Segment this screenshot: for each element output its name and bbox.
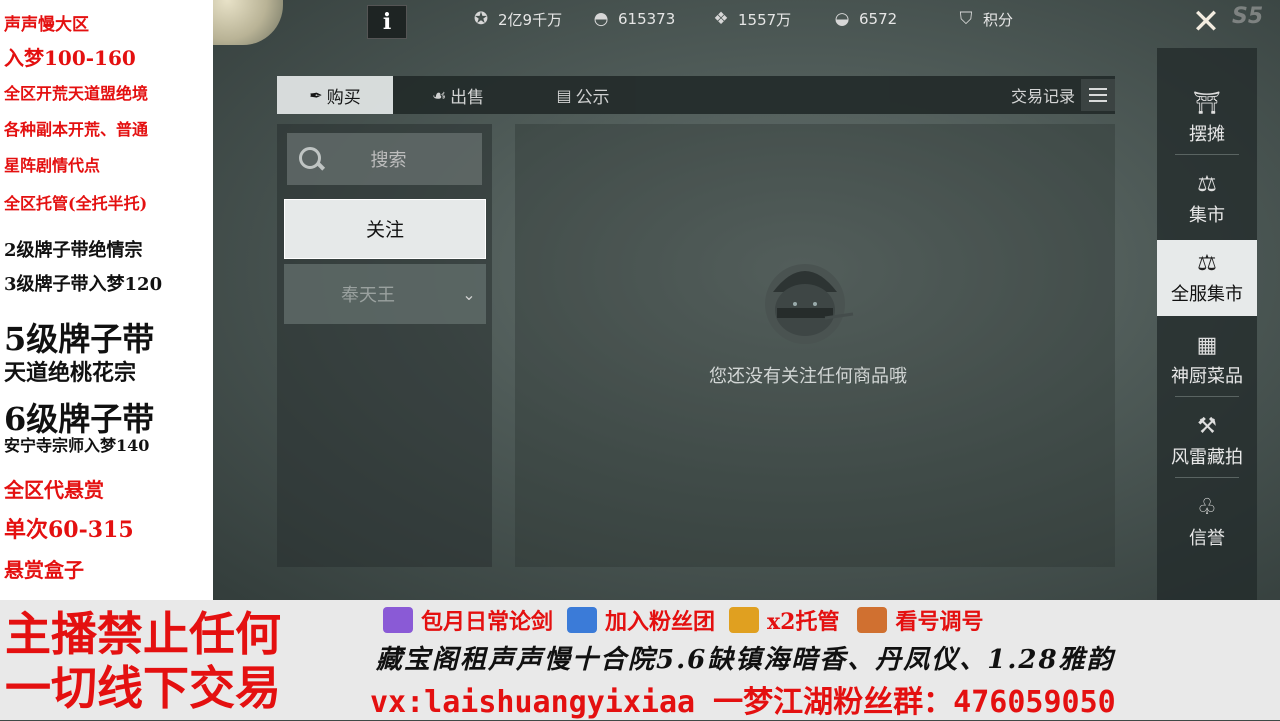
overlay-line: 声声慢大区 [4,15,89,35]
tab-buy[interactable]: ✒ 购买 [277,76,393,114]
empty-mascot-icon [765,264,854,344]
divider [1175,477,1239,478]
character-icon [857,607,888,633]
currency-coins: ✪ 2亿9千万 [470,8,562,30]
search-icon [297,145,325,173]
currency-silver: ◓ 615373 [590,8,676,30]
banner-services-row: 包月日常论剑 加入粉丝团 x2托管 看号调号 [383,603,983,637]
banner-rental-line: 藏宝阁租声声慢十合院5.6缺镇海暗香、丹凤仪、1.28雅韵 [376,645,1115,675]
info-button[interactable]: i [367,5,407,39]
sidebar-item-market[interactable]: ⚖ 集市 [1157,161,1257,237]
overlay-line: 5级牌子带 [4,320,155,358]
tab-label: 出售 [450,87,485,108]
hand-heart-icon: ♧ [1197,495,1217,520]
tab-label: 购买 [326,87,361,108]
sidebar-item-label: 信誉 [1189,528,1225,549]
points-label: 积分 [983,10,1014,29]
currency-value: 615373 [618,10,676,28]
hand-coin-icon: ☙ [431,85,447,105]
overlay-line: 全区开荒天道盟绝境 [4,84,149,103]
notice-board-icon: ▤ [556,85,572,105]
overlay-line: 3级牌子带入梦120 [4,274,163,295]
currency-value: 1557万 [738,10,792,29]
item-list-panel [515,124,1115,567]
banner-item: x2托管 [767,609,840,635]
swirl-icon [383,607,413,633]
tab-label: 公示 [575,87,610,108]
currency-value: 6572 [859,10,898,28]
sidebar-item-reputation[interactable]: ♧ 信誉 [1157,484,1257,560]
stall-icon: ⛩ [1193,91,1221,116]
gold-ingot-icon: ◒ [834,9,850,29]
overlay-line: 入梦100-160 [4,46,136,70]
currency-value: 2亿9千万 [498,10,563,29]
banner-item: 加入粉丝团 [605,609,716,635]
sidebar-item-label: 风雷藏拍 [1171,447,1243,468]
dropdown-value: 奉天王 [341,285,395,306]
sidebar-item-label: 神厨菜品 [1171,366,1243,387]
divider [1175,154,1239,155]
chevron-down-icon: ⌄ [462,284,476,304]
film-reel-icon: ✪ [473,9,489,29]
jade-icon: ❖ [713,9,729,29]
tab-sell[interactable]: ☙ 出售 [413,76,503,114]
overlay-line: 安宁寺宗师入梦140 [4,436,150,455]
silver-ingot-icon: ◓ [593,9,609,29]
sidebar-item-chef-dishes[interactable]: ▦ 神厨菜品 [1157,322,1257,398]
gift-icon [729,607,760,633]
follow-button[interactable]: 关注 [284,199,486,259]
overlay-line: 全区代悬赏 [4,478,104,502]
menu-board-icon: ▦ [1196,333,1218,358]
banner-item: 包月日常论剑 [421,609,554,635]
sidebar-item-auction[interactable]: ⚒ 风雷藏拍 [1157,403,1257,479]
scale-icon: ⚖ [1197,251,1217,276]
sidebar-item-global-market[interactable]: ⚖ 全服集市 [1157,240,1257,316]
overlay-line: 星阵剧情代点 [4,156,101,175]
feather-icon: ✒ [309,85,323,105]
overlay-line: 单次60-315 [4,517,134,543]
stream-overlay-left: 声声慢大区 入梦100-160 全区开荒天道盟绝境 各种副本开荒、普通 星阵剧情… [0,0,213,600]
banner-contact-line: vx:laishuangyixiaa 一梦江湖粉丝群：476059050 [370,685,1116,720]
overlay-line: 2级牌子带绝情宗 [4,240,143,261]
scale-icon: ⚖ [1197,172,1217,197]
sidebar-item-stall[interactable]: ⛩ 摆摊 [1157,80,1257,156]
trade-record-button[interactable]: 交易记录 [1011,76,1115,114]
overlay-line: 天道绝桃花宗 [4,360,137,386]
tab-notice[interactable]: ▤ 公示 [533,76,633,114]
currency-gold: ◒ 6572 [831,8,898,30]
logo-mark: S5 [1232,4,1264,29]
gavel-icon: ⚒ [1197,414,1217,439]
fan-badge-icon [567,607,598,633]
trade-record-label: 交易记录 [1010,87,1075,106]
shield-badge-icon: ⛉ [959,9,973,29]
overlay-line: 悬赏盒子 [4,558,84,582]
sidebar-item-label: 全服集市 [1171,284,1243,305]
currency-jade: ❖ 1557万 [710,8,791,30]
tab-bar: ✒ 购买 ☙ 出售 ▤ 公示 交易记录 [277,76,1115,114]
server-dropdown[interactable]: 奉天王 ⌄ [284,264,486,324]
banner-item: 看号调号 [895,609,984,635]
overlay-line: 全区托管(全托半托) [4,194,148,213]
sidebar-item-label: 集市 [1189,205,1225,226]
warning-line: 一切线下交易 [5,661,281,715]
divider [1175,396,1239,397]
points-button[interactable]: ⛉ 积分 [955,8,1013,30]
filter-panel [277,124,492,567]
overlay-line: 各种副本开荒、普通 [4,120,149,139]
sidebar-item-label: 摆摊 [1189,124,1225,145]
empty-message: 您还没有关注任何商品哦 [709,366,907,387]
list-icon [1081,79,1115,111]
search-placeholder: 搜索 [370,150,407,171]
search-field[interactable]: 搜索 [287,133,482,185]
close-button[interactable]: ✕ [1180,0,1232,46]
